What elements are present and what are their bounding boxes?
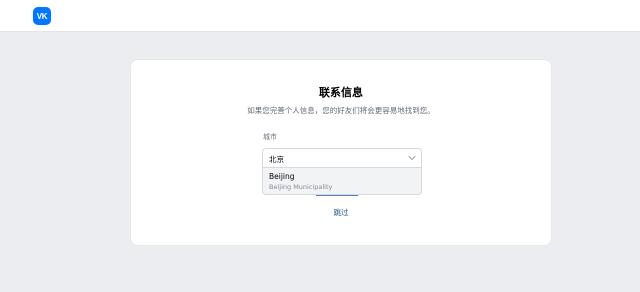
option-title: Beijing [269, 172, 295, 181]
logo-text: VK [36, 11, 48, 21]
city-dropdown-option[interactable]: Beijing Beijing Municipality [262, 168, 422, 195]
page-title: 联系信息 [319, 86, 363, 99]
chevron-down-icon [408, 156, 416, 160]
city-select-value: 北京 [269, 155, 284, 164]
contact-info-card: 联系信息 如果您完善个人信息，您的好友们将会更容易地找到您。 城市 北京 Bei… [130, 59, 552, 246]
top-bar: VK [0, 0, 640, 32]
city-select[interactable]: 北京 [262, 148, 422, 168]
vk-logo-icon[interactable]: VK [33, 7, 51, 25]
option-subtitle: Beijing Municipality [269, 183, 333, 191]
page-subtitle: 如果您完善个人信息，您的好友们将会更容易地找到您。 [247, 106, 435, 115]
skip-link[interactable]: 跳过 [131, 207, 551, 218]
save-button-edge [316, 195, 358, 196]
city-label: 城市 [263, 133, 277, 141]
